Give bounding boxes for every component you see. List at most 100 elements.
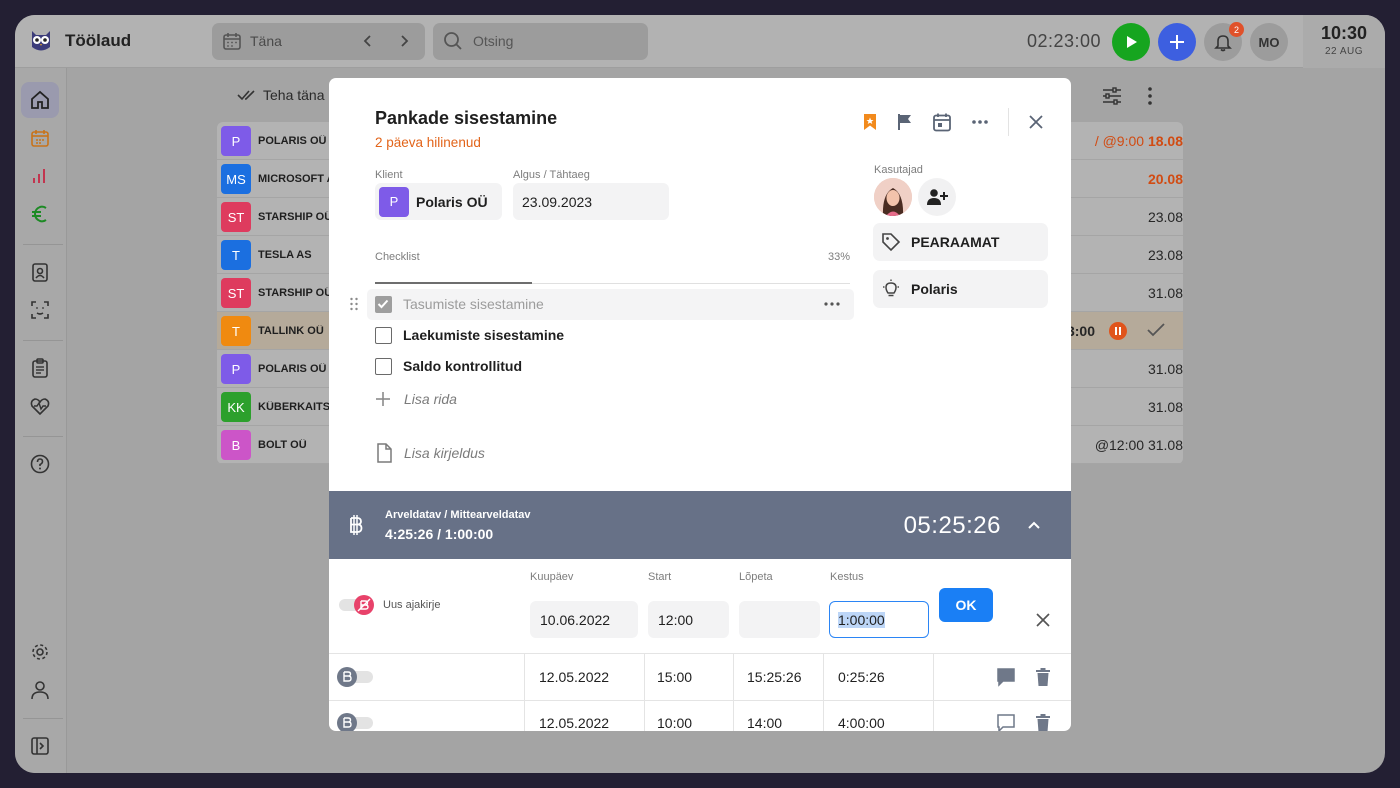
- checklist-item[interactable]: Saldo kontrollitud: [367, 351, 854, 382]
- help-icon[interactable]: [21, 446, 59, 482]
- client-name: BOLT OÜ: [258, 439, 307, 451]
- collapse-sidebar-icon[interactable]: [21, 728, 59, 764]
- task-title[interactable]: Pankade sisestamine: [375, 108, 557, 129]
- euro-icon[interactable]: [21, 196, 59, 232]
- billable-label: Arveldatav / Mittearveldatav: [385, 509, 531, 521]
- checklist-item-label: Saldo kontrollitud: [403, 358, 522, 374]
- due-date: @12:00 31.08: [1071, 437, 1183, 453]
- entry-end[interactable]: 15:25:26: [747, 669, 802, 685]
- top-bar: Töölaud Täna Otsing 02:23:00 2 MO 10:30 …: [15, 15, 1385, 68]
- comment-icon[interactable]: [996, 713, 1016, 731]
- pause-icon[interactable]: [1109, 322, 1127, 340]
- entry-start[interactable]: 10:00: [657, 715, 692, 731]
- task-modal: Pankade sisestamine 2 päeva hilinenud Kl…: [329, 78, 1071, 731]
- add-description-button[interactable]: Lisa kirjeldus: [376, 443, 485, 463]
- filter-sliders-icon[interactable]: [1101, 85, 1123, 107]
- checklist-item[interactable]: Laekumiste sisestamine: [367, 320, 854, 351]
- client-avatar: T: [221, 240, 251, 270]
- trash-icon[interactable]: [1035, 713, 1051, 731]
- home-icon[interactable]: [21, 82, 59, 118]
- check-icon[interactable]: [1147, 322, 1165, 338]
- user-icon[interactable]: [21, 672, 59, 708]
- not-billable-icon[interactable]: [354, 595, 374, 615]
- face-scan-icon[interactable]: [21, 292, 59, 328]
- checklist-progress: 33%: [827, 251, 850, 263]
- project-button[interactable]: Polaris: [873, 270, 1048, 308]
- contact-card-icon[interactable]: [21, 254, 59, 290]
- ok-button[interactable]: OK: [939, 588, 993, 622]
- clock-time: 10:30: [1320, 23, 1368, 43]
- add-row-button[interactable]: Lisa rida: [375, 391, 457, 407]
- play-button[interactable]: [1112, 23, 1150, 61]
- entry-end[interactable]: 14:00: [747, 715, 782, 731]
- clipboard-icon[interactable]: [21, 350, 59, 386]
- due-value: 20.08: [1147, 171, 1183, 187]
- client-name: KÜBERKAITSE: [258, 401, 330, 413]
- calendar-date-icon[interactable]: [932, 112, 952, 132]
- due-date: 31.08: [1071, 361, 1183, 377]
- entry-duration-input[interactable]: 1:00:00: [829, 601, 929, 638]
- due-value: 31.08: [1147, 399, 1183, 415]
- teha-tana-label: Teha täna: [263, 87, 325, 103]
- client-field[interactable]: P Polaris OÜ: [375, 183, 502, 220]
- running-timer: 02:23:00: [1027, 31, 1102, 51]
- date-range-field[interactable]: 23.09.2023: [513, 183, 669, 220]
- add-button[interactable]: [1158, 23, 1196, 61]
- client-name: STARSHIP OÜ: [258, 211, 330, 223]
- checkbox[interactable]: [375, 327, 392, 344]
- client-name: Polaris OÜ: [416, 193, 488, 210]
- checklist-item-label: Tasumiste sisestamine: [403, 296, 544, 312]
- entry-start-input[interactable]: 12:00: [648, 601, 729, 638]
- plus-icon: [376, 392, 390, 406]
- close-icon[interactable]: [1027, 113, 1045, 131]
- entry-duration[interactable]: 4:00:00: [838, 715, 885, 731]
- chevron-left-icon[interactable]: [360, 33, 376, 49]
- entry-date[interactable]: 12.05.2022: [539, 669, 609, 685]
- checkbox[interactable]: [375, 296, 392, 313]
- chevron-up-icon[interactable]: [1027, 519, 1041, 531]
- more-horizontal-icon[interactable]: [970, 112, 990, 132]
- search-placeholder[interactable]: Otsing: [473, 33, 513, 49]
- add-user-button[interactable]: [918, 178, 956, 216]
- date-label[interactable]: Täna: [250, 33, 282, 49]
- settings-icon[interactable]: [21, 634, 59, 670]
- flag-icon[interactable]: [896, 113, 914, 131]
- entry-start[interactable]: 15:00: [657, 669, 692, 685]
- drag-handle-icon[interactable]: [349, 297, 359, 311]
- comment-icon[interactable]: [996, 667, 1016, 687]
- document-icon: [377, 443, 392, 463]
- users-label: Kasutajad: [874, 164, 923, 176]
- bell-icon: [1214, 35, 1232, 52]
- due-value: 23.08: [1147, 209, 1183, 225]
- chevron-right-icon[interactable]: [396, 33, 412, 49]
- more-vertical-icon[interactable]: [1141, 85, 1159, 107]
- entry-duration[interactable]: 0:25:26: [838, 669, 885, 685]
- chart-icon[interactable]: [21, 158, 59, 194]
- user-avatar[interactable]: MO: [1250, 23, 1288, 61]
- billable-icon[interactable]: [337, 667, 357, 687]
- bookmark-icon[interactable]: [862, 113, 878, 131]
- cancel-entry-icon[interactable]: [1035, 612, 1051, 628]
- trash-icon[interactable]: [1035, 667, 1051, 687]
- duration-column-label: Kestus: [830, 571, 864, 583]
- calendar-icon[interactable]: [21, 120, 59, 156]
- billable-icon[interactable]: [337, 713, 357, 731]
- tag-icon: [882, 233, 901, 252]
- notification-badge: 2: [1229, 22, 1244, 37]
- checkbox[interactable]: [375, 358, 392, 375]
- tag-button[interactable]: PEARAAMAT: [873, 223, 1048, 261]
- add-description-label: Lisa kirjeldus: [404, 445, 485, 461]
- time-summary-bar[interactable]: Arveldatav / Mittearveldatav 4:25:26 / 1…: [329, 491, 1071, 559]
- search-box[interactable]: Otsing: [433, 23, 648, 60]
- entry-end-input[interactable]: [739, 601, 820, 638]
- teha-tana-filter[interactable]: Teha täna: [237, 87, 325, 103]
- entry-date[interactable]: 12.05.2022: [539, 715, 609, 731]
- client-name: STARSHIP OÜ: [258, 287, 330, 299]
- entry-date-input[interactable]: 10.06.2022: [530, 601, 638, 638]
- play-icon: [1127, 36, 1137, 48]
- checklist-item[interactable]: Tasumiste sisestamine: [367, 289, 854, 320]
- calendar-icon[interactable]: [222, 31, 242, 51]
- more-horizontal-icon[interactable]: [823, 296, 841, 312]
- assigned-user-avatar[interactable]: [874, 178, 912, 216]
- heart-pulse-icon[interactable]: [21, 388, 59, 424]
